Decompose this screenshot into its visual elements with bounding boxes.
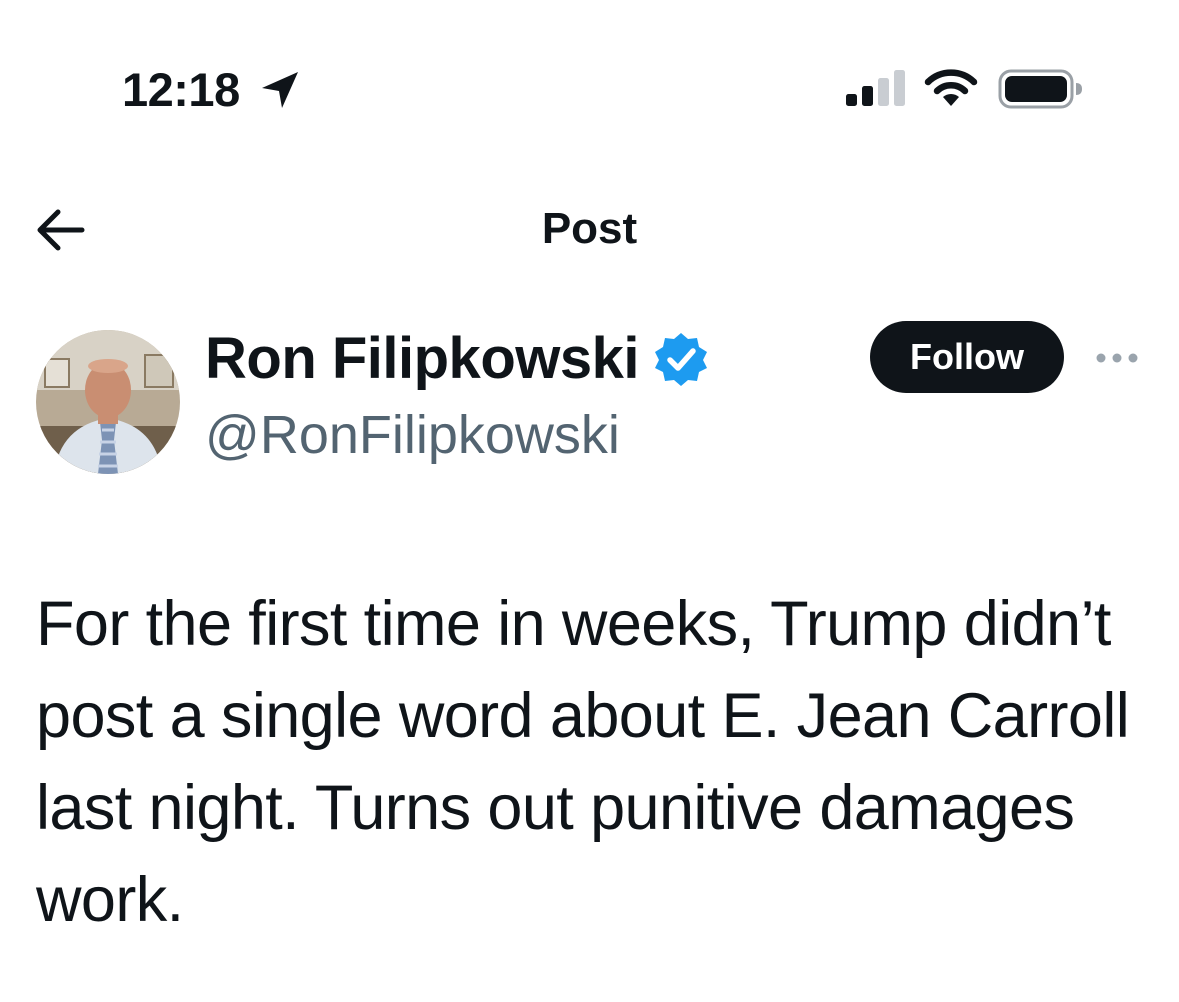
status-time: 12:18 — [122, 63, 240, 116]
status-bar: 12:18 — [0, 0, 1179, 160]
follow-button[interactable]: Follow — [870, 321, 1064, 393]
location-arrow-icon — [262, 72, 298, 108]
battery-icon — [998, 69, 1082, 109]
avatar[interactable] — [36, 330, 180, 474]
more-options-icon[interactable] — [1094, 340, 1140, 376]
user-handle[interactable]: @RonFilipkowski — [205, 403, 620, 467]
nav-bar: Post — [0, 180, 1179, 280]
display-name[interactable]: Ron Filipkowski — [205, 326, 640, 392]
cellular-signal-icon — [846, 70, 905, 106]
wifi-icon — [924, 69, 978, 106]
verified-badge-icon — [655, 333, 707, 386]
page-title: Post — [541, 204, 638, 253]
tweet-author: Ron Filipkowski @RonFilipkowski Follow — [0, 318, 1179, 488]
display-name-row: Ron Filipkowski — [205, 324, 709, 394]
tweet-text: For the first time in weeks, Trump didn’… — [36, 589, 1130, 935]
